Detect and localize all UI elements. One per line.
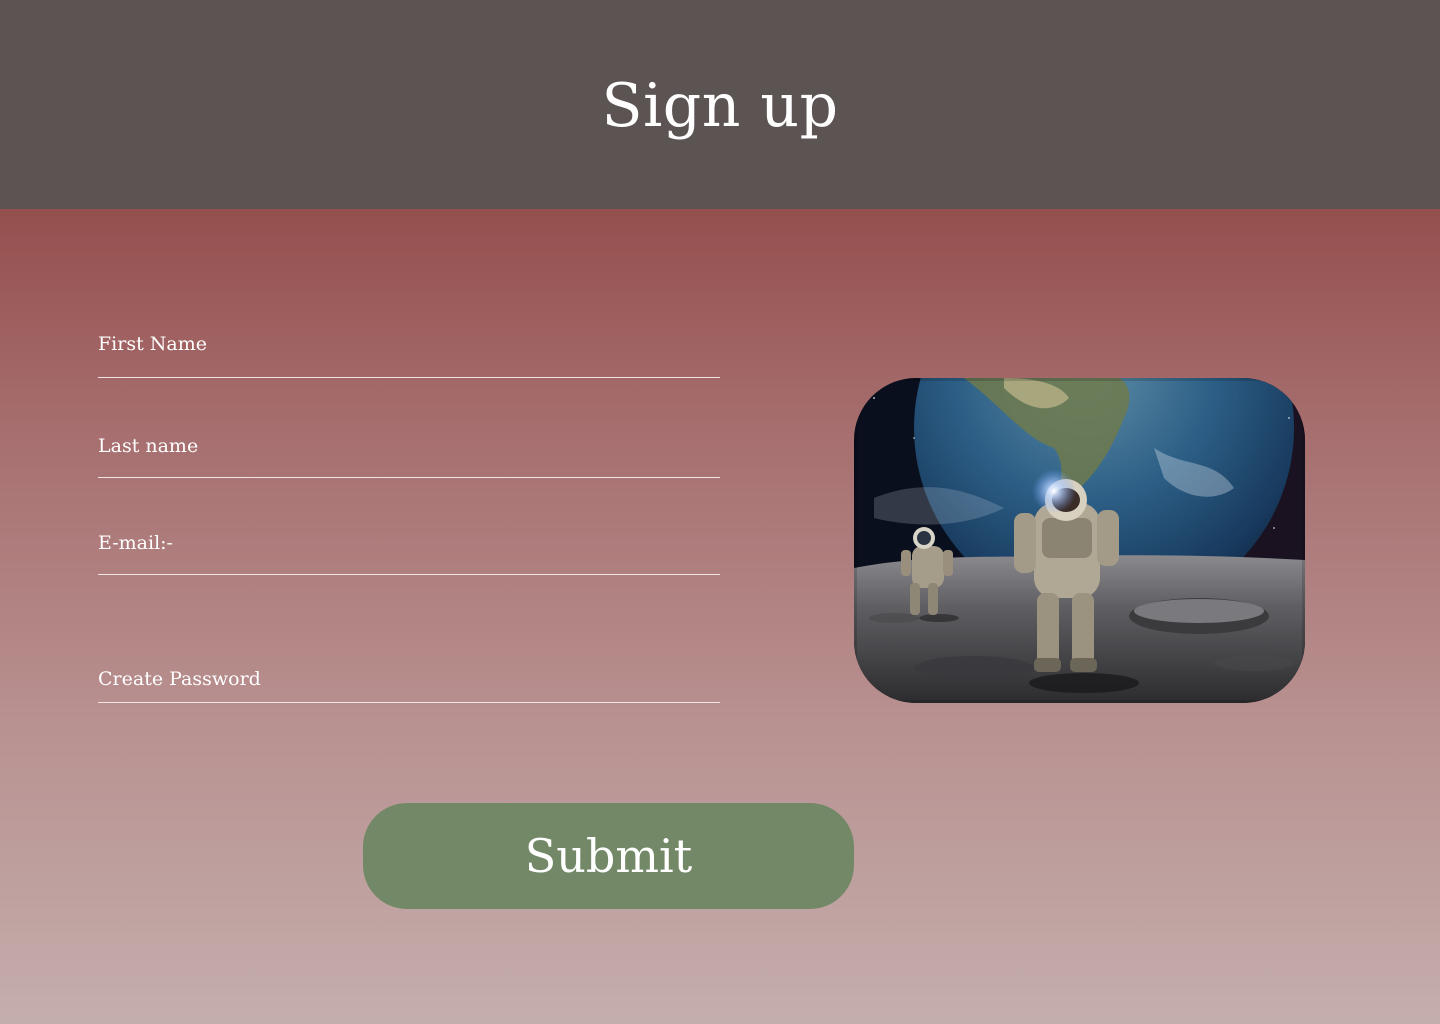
submit-button[interactable]: Submit (363, 803, 854, 909)
astronaut-scene-illustration (854, 378, 1305, 703)
email-field-group: E-mail:- (98, 531, 720, 575)
password-field-group: Create Password (98, 667, 720, 703)
last-name-input[interactable] (98, 434, 720, 478)
page-title: Sign up (601, 71, 839, 141)
signup-page: Sign up First Name Last name E-mail:- Cr… (0, 0, 1440, 1024)
password-input[interactable] (98, 667, 720, 703)
astronaut-image (854, 378, 1305, 703)
first-name-field-group: First Name (98, 332, 720, 378)
header-bar: Sign up (0, 0, 1440, 209)
email-input[interactable] (98, 531, 720, 575)
first-name-input[interactable] (98, 332, 720, 378)
last-name-field-group: Last name (98, 434, 720, 478)
